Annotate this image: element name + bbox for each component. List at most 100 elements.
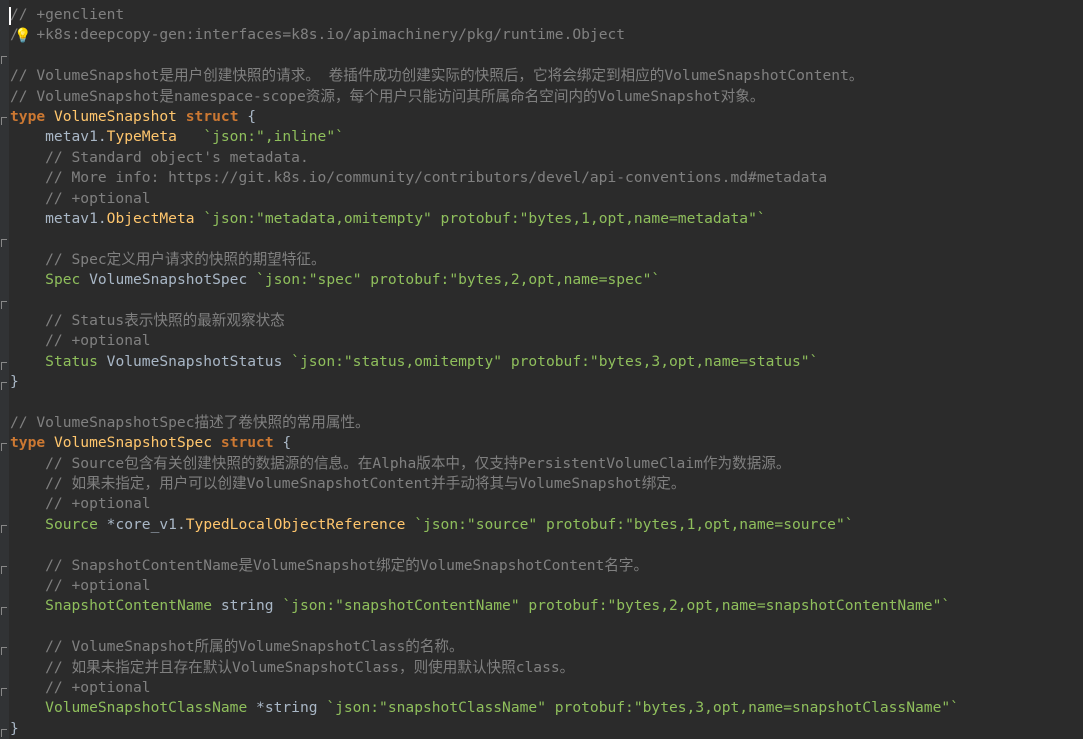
code-line[interactable]: } xyxy=(10,719,1083,739)
code-token-plain: *string xyxy=(247,699,327,717)
code-line[interactable]: // Spec定义用户请求的快照的期望特征。 xyxy=(10,250,1083,270)
code-token-kw: type xyxy=(10,107,46,125)
code-token-comment: // 如果未指定并且存在默认VolumeSnapshotClass，则使用默认快… xyxy=(10,658,575,676)
code-token-tagstr: `json:"snapshotClassName" protobuf:"byte… xyxy=(326,699,959,717)
fold-marker-icon[interactable] xyxy=(1,55,7,64)
code-token-comment: // +optional xyxy=(10,189,151,207)
code-line[interactable]: type VolumeSnapshot struct { xyxy=(10,107,1083,127)
code-line[interactable]: SnapshotContentName string `json:"snapsh… xyxy=(10,596,1083,616)
fold-marker-icon[interactable] xyxy=(1,729,7,737)
code-token-plain: VolumeSnapshotStatus xyxy=(97,352,292,370)
code-line[interactable]: // +optional xyxy=(10,576,1083,596)
code-token-comment: / xyxy=(10,26,19,44)
code-line[interactable] xyxy=(10,46,1083,66)
code-line[interactable]: // +optional xyxy=(10,189,1083,209)
code-token-kw: struct xyxy=(185,107,239,125)
code-token-comment: +k8s:deepcopy-gen:interfaces=k8s.io/apim… xyxy=(36,26,626,44)
code-token-fieldname: Source xyxy=(45,515,98,533)
code-line[interactable]: // +optional xyxy=(10,678,1083,698)
code-line[interactable]: Source *core_v1.TypedLocalObjectReferenc… xyxy=(10,515,1083,535)
code-line[interactable]: } xyxy=(10,372,1083,392)
code-line[interactable]: // VolumeSnapshot是用户创建快照的请求。 卷插件成功创建实际的快… xyxy=(10,66,1083,86)
code-token-name: TypeMeta xyxy=(106,128,177,146)
code-line[interactable] xyxy=(10,535,1083,555)
fold-marker-icon[interactable] xyxy=(1,647,7,656)
code-line[interactable]: type VolumeSnapshotSpec struct { xyxy=(10,433,1083,453)
code-line[interactable]: // VolumeSnapshotSpec描述了卷快照的常用属性。 xyxy=(10,413,1083,433)
code-line[interactable]: // +optional xyxy=(10,494,1083,514)
fold-marker-icon[interactable] xyxy=(1,300,7,309)
fold-marker-icon[interactable] xyxy=(1,239,7,248)
code-token-plain: } xyxy=(10,373,19,391)
code-token-plain: VolumeSnapshotSpec xyxy=(80,271,257,289)
code-editor[interactable]: 💡 // +genclient / +k8s:deepcopy-gen:inter… xyxy=(0,0,1083,739)
code-token-tagstr: `json:"spec" protobuf:"bytes,2,opt,name=… xyxy=(256,271,661,289)
code-token-comment: // 如果未指定，用户可以创建VolumeSnapshotContent并手动将… xyxy=(10,474,686,492)
code-token-tagstr: `json:",inline"` xyxy=(203,128,344,146)
code-token-plain: metav1. xyxy=(10,209,107,227)
code-token-fieldname: VolumeSnapshotClassName xyxy=(45,699,248,717)
fold-marker-icon[interactable] xyxy=(1,443,7,452)
code-token-plain: string xyxy=(212,597,283,615)
fold-marker-icon[interactable] xyxy=(1,525,7,533)
code-line[interactable]: // VolumeSnapshot是namespace-scope资源，每个用户… xyxy=(10,87,1083,107)
code-line[interactable]: metav1.TypeMeta `json:",inline"` xyxy=(10,127,1083,147)
code-line[interactable]: // +genclient xyxy=(10,5,1083,25)
code-line[interactable]: / +k8s:deepcopy-gen:interfaces=k8s.io/ap… xyxy=(10,25,1083,45)
code-token-fieldname: Status xyxy=(45,352,98,370)
code-line[interactable]: // 如果未指定，用户可以创建VolumeSnapshotContent并手动将… xyxy=(10,474,1083,494)
code-token-tagstr: `json:"metadata,omitempty" protobuf:"byt… xyxy=(203,209,766,227)
code-token-comment: // +optional xyxy=(10,678,151,696)
code-line[interactable]: Status VolumeSnapshotStatus `json:"statu… xyxy=(10,352,1083,372)
code-token-name: VolumeSnapshotSpec xyxy=(53,434,213,452)
code-line[interactable]: Spec VolumeSnapshotSpec `json:"spec" pro… xyxy=(10,270,1083,290)
code-line[interactable]: // Source包含有关创建快照的数据源的信息。在Alpha版本中，仅支持Pe… xyxy=(10,454,1083,474)
code-token-plain: { xyxy=(273,434,292,452)
code-token-comment: // Source包含有关创建快照的数据源的信息。在Alpha版本中，仅支持Pe… xyxy=(10,454,791,472)
code-token-plain: *core_v1. xyxy=(97,515,186,533)
code-token-comment: // Spec定义用户请求的快照的期望特征。 xyxy=(10,250,326,268)
code-line[interactable]: // +optional xyxy=(10,331,1083,351)
fold-marker-icon[interactable] xyxy=(1,117,7,125)
fold-marker-icon[interactable] xyxy=(1,565,7,574)
fold-marker-icon[interactable] xyxy=(1,688,7,697)
code-line[interactable]: // 如果未指定并且存在默认VolumeSnapshotClass，则使用默认快… xyxy=(10,658,1083,678)
code-line[interactable]: // SnapshotContentName是VolumeSnapshot绑定的… xyxy=(10,556,1083,576)
editor-gutter[interactable] xyxy=(0,0,9,739)
code-line[interactable]: metav1.ObjectMeta `json:"metadata,omitem… xyxy=(10,209,1083,229)
code-line[interactable]: // Status表示快照的最新观察状态 xyxy=(10,311,1083,331)
code-token-comment: // Standard object's metadata. xyxy=(10,148,309,166)
code-token-plain: { xyxy=(238,107,257,125)
fold-marker-icon[interactable] xyxy=(1,361,7,370)
code-token-plain: metav1. xyxy=(10,128,107,146)
code-token-comment: // +optional xyxy=(10,576,151,594)
code-line[interactable] xyxy=(10,290,1083,310)
code-line[interactable]: // VolumeSnapshot所属的VolumeSnapshotClass的… xyxy=(10,637,1083,657)
code-token-name: ObjectMeta xyxy=(106,209,195,227)
code-area[interactable]: // +genclient / +k8s:deepcopy-gen:interfa… xyxy=(10,5,1083,739)
code-token-comment: // VolumeSnapshot是用户创建快照的请求。 卷插件成功创建实际的快… xyxy=(10,67,864,85)
fold-marker-icon[interactable] xyxy=(1,606,7,615)
code-line[interactable] xyxy=(10,229,1083,249)
code-token-name: TypedLocalObjectReference xyxy=(185,515,406,533)
code-token-name: VolumeSnapshot xyxy=(53,107,177,125)
code-token-kw: type xyxy=(10,434,46,452)
code-line[interactable] xyxy=(10,392,1083,412)
code-line[interactable]: VolumeSnapshotClassName *string `json:"s… xyxy=(10,698,1083,718)
code-line[interactable] xyxy=(10,617,1083,637)
code-token-tagstr: `json:"snapshotContentName" protobuf:"by… xyxy=(282,597,951,615)
code-line[interactable]: // Standard object's metadata. xyxy=(10,148,1083,168)
code-token-comment: // VolumeSnapshot是namespace-scope资源，每个用户… xyxy=(10,87,765,105)
code-line[interactable]: // More info: https://git.k8s.io/communi… xyxy=(10,168,1083,188)
fold-marker-icon[interactable] xyxy=(1,382,7,391)
code-token-tagstr: `json:"status,omitempty" protobuf:"bytes… xyxy=(291,352,819,370)
code-token-tagstr: `json:"source" protobuf:"bytes,1,opt,nam… xyxy=(414,515,854,533)
